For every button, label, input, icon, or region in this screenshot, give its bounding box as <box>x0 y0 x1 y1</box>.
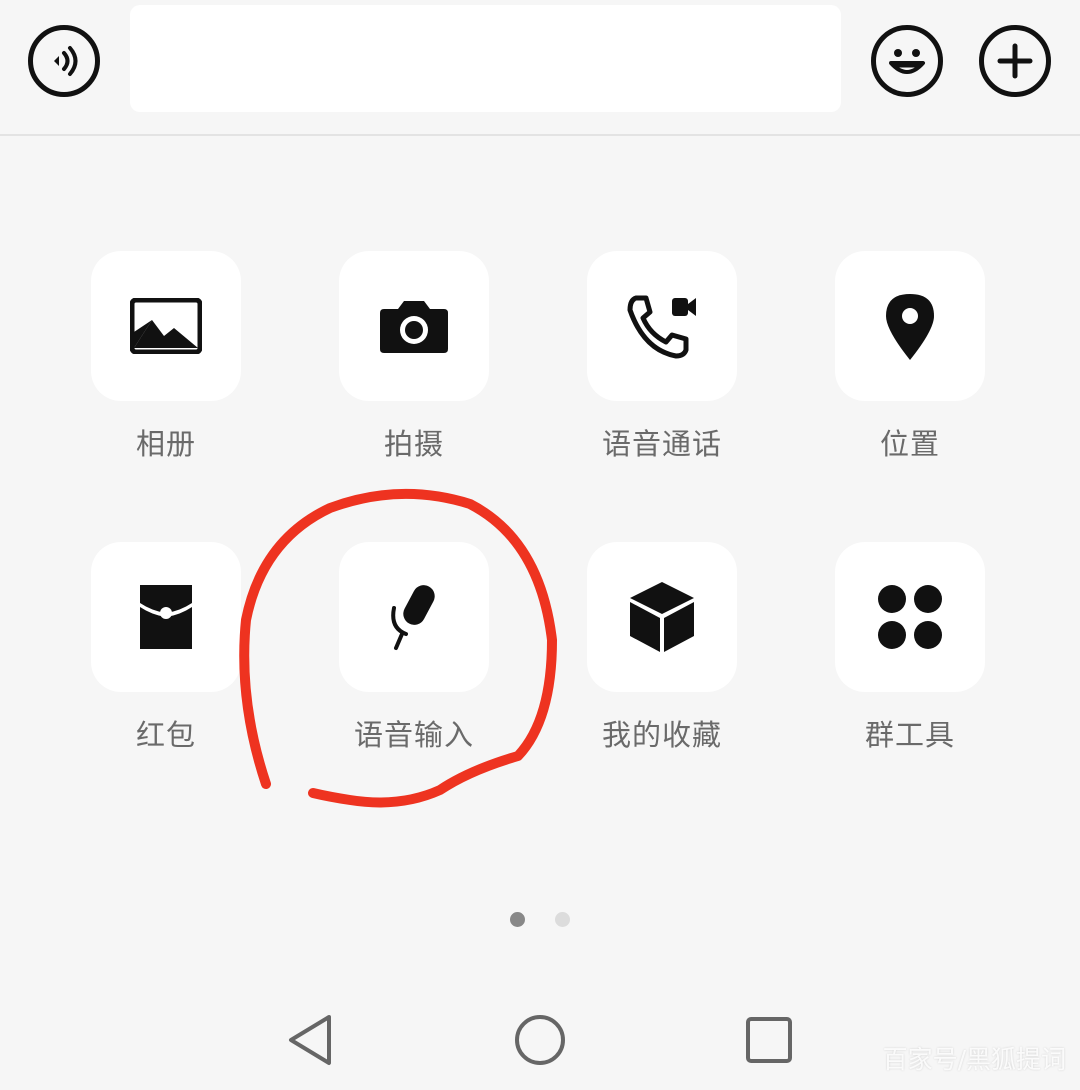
tile-group-tools-box[interactable] <box>835 542 985 692</box>
page-dot[interactable] <box>555 912 570 927</box>
tile-label: 拍摄 <box>383 427 444 461</box>
tile-favorites[interactable]: 我的收藏 <box>587 542 737 754</box>
camera-icon <box>380 301 448 353</box>
recents-button[interactable] <box>729 1000 809 1080</box>
plus-icon <box>997 43 1033 79</box>
group-tools-icon <box>878 585 942 649</box>
back-button[interactable] <box>270 1000 350 1080</box>
voice-toggle-icon <box>54 46 78 76</box>
tile-voice-call-box[interactable] <box>587 251 737 401</box>
emoji-button[interactable] <box>871 25 943 97</box>
tile-label: 我的收藏 <box>601 718 722 752</box>
tile-voice-input-box[interactable] <box>339 542 489 692</box>
favorites-cube-icon <box>630 582 694 652</box>
emoji-icon <box>889 49 925 74</box>
tile-photo-album-box[interactable] <box>91 251 241 401</box>
home-button[interactable] <box>500 1000 580 1080</box>
recents-square-icon <box>746 1017 792 1063</box>
tile-label: 红包 <box>135 718 196 752</box>
page-dot-active[interactable] <box>510 912 525 927</box>
page-indicator <box>510 912 570 927</box>
photo-album-icon <box>130 298 202 354</box>
tile-label: 语音通话 <box>601 427 722 461</box>
tile-camera[interactable]: 拍摄 <box>339 251 489 463</box>
more-button[interactable] <box>979 25 1051 97</box>
tile-group-tools[interactable]: 群工具 <box>835 542 985 754</box>
tile-red-packet[interactable]: 红包 <box>91 542 241 754</box>
tile-label: 相册 <box>135 427 196 461</box>
tile-label: 语音输入 <box>353 718 474 752</box>
message-input[interactable] <box>130 5 841 112</box>
watermark: 百家号/黑狐提词 <box>882 1045 1066 1074</box>
tile-red-packet-box[interactable] <box>91 542 241 692</box>
tile-location-box[interactable] <box>835 251 985 401</box>
tile-favorites-box[interactable] <box>587 542 737 692</box>
back-triangle-icon <box>289 1015 331 1065</box>
home-circle-icon <box>515 1015 565 1065</box>
tile-camera-box[interactable] <box>339 251 489 401</box>
voice-call-icon <box>627 295 696 359</box>
location-pin-icon <box>886 294 934 360</box>
tile-photo-album[interactable]: 相册 <box>91 251 241 463</box>
voice-toggle-button[interactable] <box>28 25 100 97</box>
microphone-icon <box>391 585 435 650</box>
tile-location[interactable]: 位置 <box>835 251 985 463</box>
tile-voice-input[interactable]: 语音输入 <box>339 542 489 754</box>
red-packet-icon <box>140 585 192 649</box>
tile-label: 群工具 <box>864 718 955 752</box>
tile-label: 位置 <box>879 427 940 461</box>
chat-input-bar <box>0 0 1080 136</box>
tile-voice-call[interactable]: 语音通话 <box>587 251 737 463</box>
